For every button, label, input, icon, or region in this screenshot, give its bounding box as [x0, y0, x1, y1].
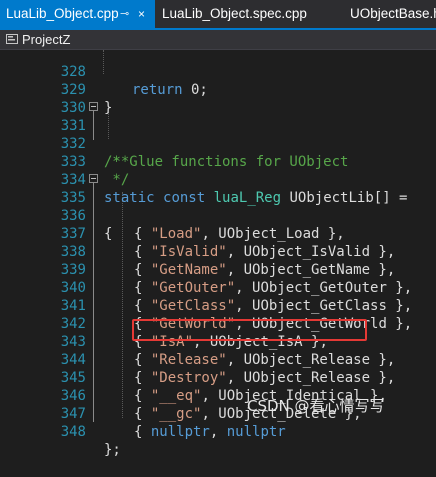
code-line: 345 { "__eq", UObject_Identical }, — [0, 351, 436, 404]
tab-label: LuaLib_Object.cpp — [6, 6, 119, 21]
collapse-toggle-icon[interactable] — [89, 102, 98, 111]
tab-lualib-object-spec-cpp[interactable]: LuaLib_Object.spec.cpp — [162, 0, 342, 28]
code-line: 331 /** — [0, 99, 436, 170]
tab-label: UObjectBase.h — [350, 6, 436, 21]
code-line: 329 } — [0, 63, 436, 116]
code-line: 335 { — [0, 171, 436, 242]
keyword: nullptr — [150, 424, 210, 440]
code-text: }; — [104, 442, 121, 458]
collapse-toggle-icon[interactable] — [89, 174, 98, 183]
tab-uobjectbase-h[interactable]: UObjectBase.h — [350, 0, 436, 28]
code-line: 346 { "__gc", UObject_Delete }, — [0, 369, 436, 422]
code-line: 334 static const luaL_Reg UObjectLib[] = — [0, 153, 436, 206]
code-line: 336 { "Load", UObject_Load }, — [0, 189, 436, 242]
code-line: 330 — [0, 81, 436, 116]
code-editor[interactable]: 328 return 0; 329 } 330 331 /** 332 * Gl… — [0, 50, 436, 458]
code-line: 341 { "GetWorld", UObject_GetWorld }, — [0, 279, 436, 332]
code-line: 339 { "GetOuter", UObject_GetOuter }, — [0, 243, 436, 296]
keyword: nullptr — [226, 424, 286, 440]
editor-tab-bar: LuaLib_Object.cpp ⊸ × LuaLib_Object.spec… — [0, 0, 436, 30]
code-line: 332 * Glue functions for UObject — [0, 117, 436, 170]
code-text: , — [209, 424, 227, 440]
tab-label: LuaLib_Object.spec.cpp — [162, 6, 307, 21]
tab-lualib-object-cpp[interactable]: LuaLib_Object.cpp ⊸ × — [0, 0, 155, 28]
code-line: 342 { "IsA", UObject_IsA }, — [0, 297, 436, 350]
code-line: 337 { "IsValid", UObject_IsValid }, — [0, 207, 436, 260]
code-line: 328 return 0; — [0, 45, 436, 98]
close-icon[interactable]: × — [138, 0, 145, 28]
pin-icon[interactable]: ⊸ — [120, 0, 129, 28]
line-number: 348 — [60, 424, 86, 440]
annotation-highlight-box — [132, 319, 367, 341]
code-line: 333 */ — [0, 135, 436, 188]
project-icon — [6, 34, 18, 44]
code-line: 340 { "GetClass", UObject_GetClass }, — [0, 261, 436, 314]
watermark: CSDN @看心情写写 — [247, 397, 385, 415]
code-line: 338 { "GetName", UObject_GetName }, — [0, 225, 436, 278]
